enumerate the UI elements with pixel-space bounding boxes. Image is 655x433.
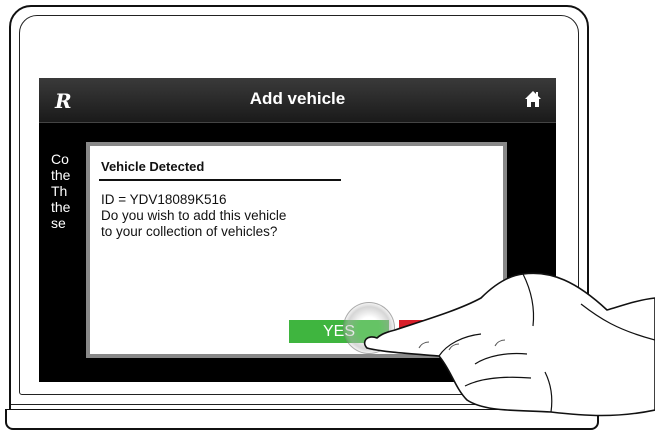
background-text-line: Th (51, 183, 68, 199)
background-text-line: Co (51, 151, 69, 167)
dialog-message: ID = YDV18089K516 Do you wish to add thi… (101, 192, 286, 240)
background-text-line: se (51, 215, 66, 231)
dialog-title: Vehicle Detected (101, 159, 205, 174)
dialog-question-line: Do you wish to add this vehicle (101, 208, 287, 223)
background-instructions: Co the Th the se (51, 151, 91, 231)
home-icon[interactable] (524, 90, 542, 108)
title-bar: R Add vehicle (39, 78, 556, 123)
dialog-question-line: to your collection of vehicles? (101, 224, 278, 239)
dialog-title-divider (99, 179, 341, 181)
background-text-line: the (51, 167, 71, 183)
vehicle-id-text: ID = YDV18089K516 (101, 192, 227, 207)
background-text-line: the (51, 199, 71, 215)
pointing-hand-illustration (363, 272, 655, 417)
page-title: Add vehicle (249, 89, 346, 108)
